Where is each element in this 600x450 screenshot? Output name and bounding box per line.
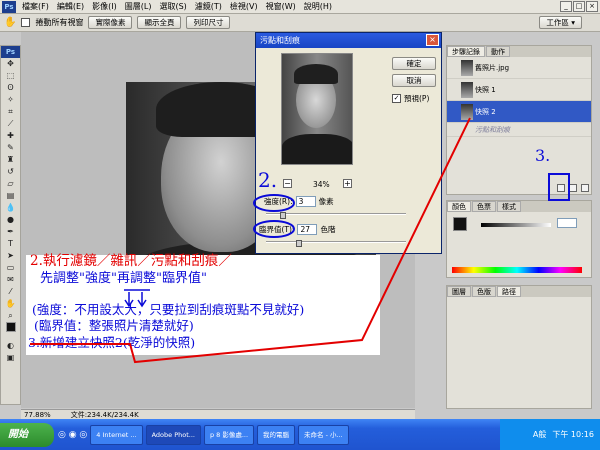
step3-connector-line (30, 117, 471, 364)
task-internet-explorer[interactable]: 4 Internet ... (90, 424, 143, 445)
task-notepad[interactable]: 未命名 - 小... (298, 424, 349, 445)
ime-indicator[interactable]: A般 (533, 429, 546, 440)
arrow-down-icon (137, 292, 147, 308)
task-image-processing[interactable]: p 8 影像處... (203, 424, 255, 445)
start-button[interactable]: 開始 (0, 422, 54, 447)
quick-launch-icons[interactable]: ◎ ◉ ◎ (58, 430, 87, 440)
start-label: 開始 (8, 428, 28, 440)
system-tray: A般 下午 10:16 (500, 419, 600, 450)
annotation-overlay (30, 117, 570, 364)
radius-highlight-ellipse (253, 194, 295, 212)
annotation-step2-number: 2. (258, 168, 278, 192)
clock: 下午 10:16 (552, 430, 594, 439)
threshold-highlight-ellipse (253, 220, 295, 238)
arrow-down-icon (124, 292, 134, 308)
annotation-step3-number: 3. (535, 146, 551, 165)
task-photoshop[interactable]: Adobe Phot... (145, 424, 201, 445)
snapshot-button-highlight (548, 173, 570, 201)
task-my-computer[interactable]: 我的電腦 (257, 424, 296, 445)
windows-taskbar: 開始 ◎ ◉ ◎ 4 Internet ... Adobe Phot... p … (0, 419, 600, 450)
